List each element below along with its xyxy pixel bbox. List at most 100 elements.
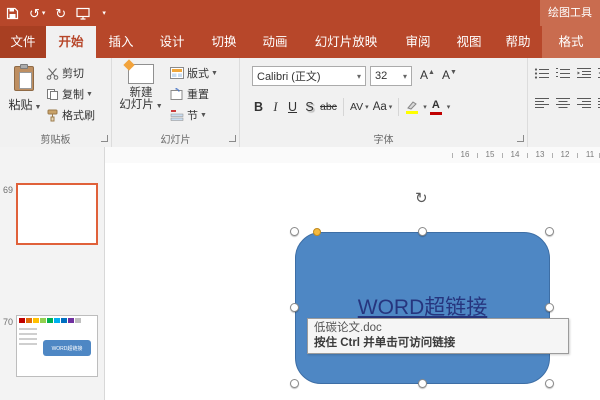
tab-transitions[interactable]: 切换 — [198, 26, 250, 58]
reset-button[interactable]: 重置 — [170, 86, 209, 102]
tab-file[interactable]: 文件 — [0, 26, 46, 58]
indent-decrease-icon — [576, 67, 592, 80]
character-spacing-button[interactable]: AV▾ — [348, 96, 371, 118]
section-label: 节 — [187, 107, 198, 123]
section-button[interactable]: 节▼ — [170, 107, 207, 123]
text-shadow-button[interactable]: S — [301, 96, 318, 118]
clipboard-group-label: 剪贴板 — [0, 131, 111, 146]
increase-font-size-button[interactable]: A▲ — [420, 68, 435, 82]
tab-review[interactable]: 审阅 — [392, 26, 444, 58]
undo-icon: ↺ — [29, 7, 40, 20]
format-painter-icon — [46, 109, 59, 122]
tab-slideshow[interactable]: 幻灯片放映 — [300, 26, 392, 58]
font-dialog-launcher[interactable] — [517, 135, 524, 142]
reset-label: 重置 — [187, 86, 209, 102]
title-bar: ↺▾ ↻ ▾ 绘图工具 — [0, 0, 600, 26]
hyperlink-text[interactable]: WORD超链接 — [296, 291, 549, 321]
font-color-bar — [430, 112, 442, 115]
customize-qat-button[interactable]: ▾ — [100, 10, 106, 17]
scissors-icon — [46, 67, 59, 80]
paste-button[interactable]: 粘贴▼ — [6, 62, 44, 136]
underline-button[interactable]: U — [284, 96, 301, 118]
paragraph-group — [528, 58, 600, 147]
save-button[interactable] — [6, 7, 19, 20]
numbered-list-button[interactable] — [555, 67, 571, 85]
ruler-tick — [552, 153, 553, 158]
tab-format[interactable]: 格式 — [542, 26, 600, 58]
align-left-button[interactable] — [534, 97, 550, 115]
align-center-icon — [555, 97, 571, 110]
ruler-number: 11 — [582, 150, 598, 159]
ruler-number: 13 — [532, 150, 548, 159]
bullet-list-button[interactable] — [534, 67, 550, 85]
slide-69-thumbnail[interactable] — [16, 183, 98, 245]
strikethrough-button[interactable]: abc — [318, 96, 339, 118]
thumbnail-text-lines — [19, 328, 37, 348]
resize-handle-middle-right[interactable] — [545, 303, 554, 312]
down-arrow-icon: ▼ — [450, 69, 457, 76]
italic-button[interactable]: I — [267, 96, 284, 118]
chevron-down-icon: ▾ — [354, 72, 361, 81]
chevron-down-icon: ▾ — [102, 10, 106, 17]
font-size-value: 32 — [375, 70, 387, 82]
indent-decrease-button[interactable] — [576, 67, 592, 85]
font-size-combo[interactable]: 32▾ — [370, 66, 412, 86]
new-slide-label-line1: 新建 — [130, 87, 153, 99]
thumbnail-shape: WORD超链接 — [43, 340, 91, 356]
slides-group-label: 幻灯片 — [112, 131, 239, 146]
tooltip-instruction: 按住 Ctrl 并单击可访问链接 — [314, 336, 562, 351]
tooltip-filename: 低碳论文.doc — [314, 321, 562, 336]
cut-button[interactable]: 剪切 — [46, 65, 84, 81]
resize-handle-top-center[interactable] — [418, 227, 427, 236]
slide-70-thumbnail[interactable]: WORD超链接 — [16, 315, 98, 377]
color-palette-strip — [19, 318, 81, 323]
clipboard-dialog-launcher[interactable] — [101, 135, 108, 142]
resize-handle-top-left[interactable] — [290, 227, 299, 236]
chevron-down-icon: ▼ — [156, 103, 163, 110]
slide-thumbnail-panel: 69 70 WORD超链接 — [0, 147, 105, 400]
change-case-button[interactable]: Aa▾ — [371, 96, 395, 118]
highlight-color-button[interactable] — [403, 96, 421, 118]
font-color-button[interactable]: A — [427, 96, 445, 118]
chevron-down-icon: ▼ — [200, 112, 207, 119]
align-right-icon — [576, 97, 592, 110]
tab-design[interactable]: 设计 — [146, 26, 198, 58]
rotate-handle[interactable]: ↻ — [415, 191, 428, 206]
start-slideshow-button[interactable] — [76, 7, 90, 20]
tab-help[interactable]: 帮助 — [494, 26, 542, 58]
tab-animations[interactable]: 动画 — [250, 26, 300, 58]
new-slide-button[interactable]: 新建 幻灯片▼ — [118, 62, 164, 142]
format-painter-button[interactable]: 格式刷 — [46, 107, 95, 123]
copy-icon — [46, 88, 59, 101]
ruler-number: 14 — [507, 150, 523, 159]
decrease-font-size-button[interactable]: A▼ — [442, 68, 457, 82]
undo-button[interactable]: ↺▾ — [29, 7, 45, 20]
paste-label: 粘贴 — [9, 98, 33, 112]
ruler-number: 15 — [482, 150, 498, 159]
layout-button[interactable]: 版式▼ — [170, 65, 218, 81]
align-center-button[interactable] — [555, 97, 571, 115]
resize-handle-top-right[interactable] — [545, 227, 554, 236]
chevron-down-icon: ▼ — [35, 104, 42, 111]
rounded-rectangle-shape[interactable]: WORD超链接 — [295, 232, 550, 384]
slides-dialog-launcher[interactable] — [229, 135, 236, 142]
tab-insert[interactable]: 插入 — [96, 26, 146, 58]
resize-handle-bottom-center[interactable] — [418, 379, 427, 388]
resize-handle-bottom-left[interactable] — [290, 379, 299, 388]
slides-group: 新建 幻灯片▼ 版式▼ 重置 节▼ 幻灯片 — [112, 58, 240, 147]
tab-home[interactable]: 开始 — [46, 26, 96, 58]
shape-adjust-handle[interactable] — [313, 228, 321, 236]
quick-access-toolbar: ↺▾ ↻ ▾ — [6, 0, 106, 26]
ruler-tick — [577, 153, 578, 158]
bold-button[interactable]: B — [250, 96, 267, 118]
resize-handle-bottom-right[interactable] — [545, 379, 554, 388]
resize-handle-middle-left[interactable] — [290, 303, 299, 312]
tab-view[interactable]: 视图 — [444, 26, 494, 58]
copy-button[interactable]: 复制▼ — [46, 86, 93, 102]
paste-clipboard-icon — [14, 64, 36, 92]
font-name-combo[interactable]: Calibri (正文)▾ — [252, 66, 366, 86]
align-right-button[interactable] — [576, 97, 592, 115]
slide-canvas[interactable]: WORD超链接 ↻ 低碳论文.doc 按住 Ctrl 并单击可访问链接 — [105, 163, 600, 400]
hyperlink-tooltip: 低碳论文.doc 按住 Ctrl 并单击可访问链接 — [307, 318, 569, 354]
redo-button[interactable]: ↻ — [55, 7, 66, 20]
